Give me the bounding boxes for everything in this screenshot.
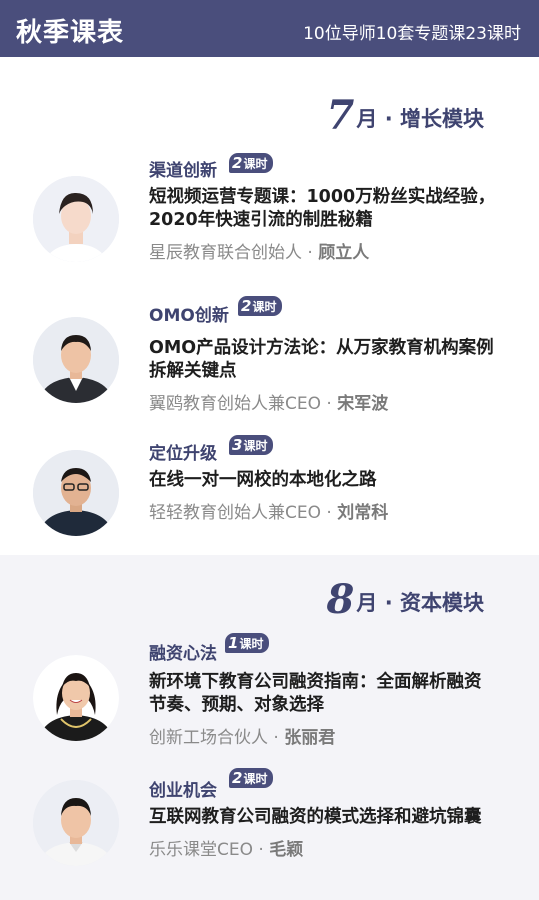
course-item[interactable]: 创业机会 2课时 互联网教育公司融资的模式选择和避坑锦囊 乐乐课堂CEO · 毛… [0, 768, 539, 900]
course-category: 创业机会 [149, 781, 217, 801]
speaker-role: 创新工场合伙人 · [149, 728, 285, 748]
avatar [33, 176, 119, 262]
speaker-name: 毛颖 [269, 840, 304, 860]
hours-badge: 1课时 [225, 633, 270, 653]
month-number: 7 [326, 92, 355, 139]
speaker-role: 轻轻教育创始人兼CEO · [149, 503, 338, 523]
speaker-role: 翼鸥教育创始人兼CEO · [149, 394, 338, 414]
speaker-info: 乐乐课堂CEO · 毛颖 [149, 835, 303, 860]
course-item[interactable]: 渠道创新 2课时 短视频运营专题课：1000万粉丝实战经验， 2020年快速引流… [0, 152, 539, 272]
course-item[interactable]: 融资心法 1课时 新环境下教育公司融资指南：全面解析融资 节奏、预期、对象选择 … [0, 633, 539, 753]
month-label: 月 · 资本模块 [356, 591, 484, 615]
page-title: 秋季课表 [16, 18, 125, 48]
hours-badge: 2课时 [229, 768, 274, 788]
page-subtitle: 10位导师10套专题课23课时 [303, 24, 521, 44]
course-title: OMO产品设计方法论：从万家教育机构案例 拆解关键点 [149, 338, 494, 381]
avatar [33, 655, 119, 741]
course-category: 定位升级 [149, 444, 217, 464]
course-category: OMO创新 [149, 306, 229, 326]
month-number: 8 [326, 576, 355, 623]
hours-badge: 2课时 [229, 153, 274, 173]
speaker-portrait-icon [33, 176, 119, 262]
month-label: 月 · 增长模块 [356, 107, 484, 131]
speaker-name: 张丽君 [284, 728, 336, 748]
speaker-portrait-icon [33, 317, 119, 403]
course-category: 渠道创新 [149, 161, 217, 181]
section-july: 7月 · 增长模块 渠道创新 2课时 短视频运营专题课：1000万粉丝实战经验，… [0, 57, 539, 555]
section-august: 8月 · 资本模块 融资心法 1课时 新环境下教育公司融资指南：全面解析融资 节… [0, 555, 539, 900]
speaker-name: 顾立人 [318, 243, 370, 263]
course-item[interactable]: 定位升级 3课时 在线一对一网校的本地化之路 轻轻教育创始人兼CEO · 刘常科 [0, 435, 539, 561]
course-title: 在线一对一网校的本地化之路 [149, 470, 377, 490]
speaker-portrait-icon [33, 450, 119, 536]
month-heading: 7月 · 增长模块 [327, 92, 484, 139]
speaker-info: 创新工场合伙人 · 张丽君 [149, 723, 335, 748]
month-heading: 8月 · 资本模块 [327, 576, 484, 623]
speaker-name: 宋军波 [337, 394, 389, 414]
course-category: 融资心法 [149, 644, 217, 664]
speaker-role: 星辰教育联合创始人 · [149, 243, 319, 263]
speaker-role: 乐乐课堂CEO · [149, 840, 270, 860]
hours-badge: 3课时 [229, 435, 274, 455]
speaker-portrait-icon [33, 780, 119, 866]
course-title: 新环境下教育公司融资指南：全面解析融资 节奏、预期、对象选择 [149, 672, 482, 715]
avatar [33, 780, 119, 866]
speaker-name: 刘常科 [337, 503, 389, 523]
speaker-info: 轻轻教育创始人兼CEO · 刘常科 [149, 498, 388, 523]
speaker-portrait-icon [33, 655, 119, 741]
course-item[interactable]: OMO创新 2课时 OMO产品设计方法论：从万家教育机构案例 拆解关键点 翼鸥教… [0, 295, 539, 415]
speaker-info: 星辰教育联合创始人 · 顾立人 [149, 238, 369, 263]
header-bar: 秋季课表 10位导师10套专题课23课时 [0, 0, 539, 57]
course-title: 互联网教育公司融资的模式选择和避坑锦囊 [149, 807, 482, 827]
course-title: 短视频运营专题课：1000万粉丝实战经验， 2020年快速引流的制胜秘籍 [149, 187, 496, 230]
hours-badge: 2课时 [238, 296, 283, 316]
avatar [33, 450, 119, 536]
speaker-info: 翼鸥教育创始人兼CEO · 宋军波 [149, 389, 388, 414]
avatar [33, 317, 119, 403]
